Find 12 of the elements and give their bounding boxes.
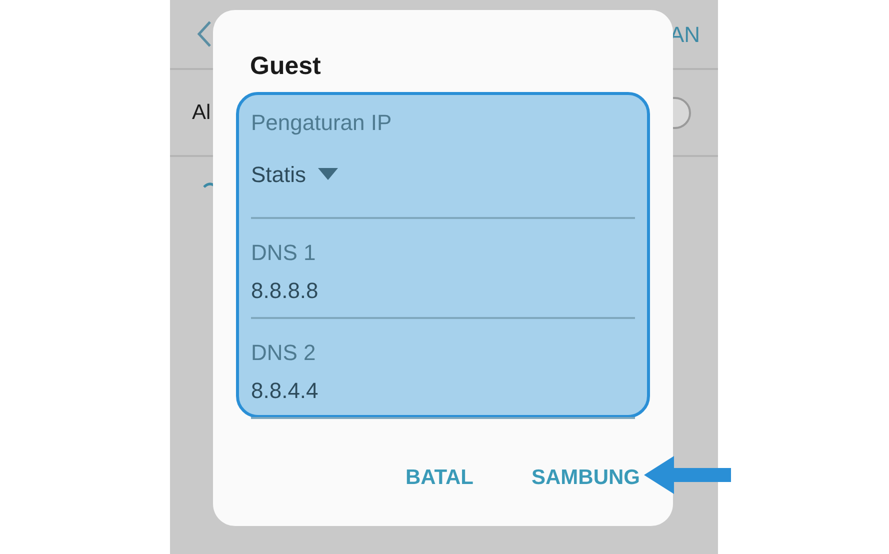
field-label: Pengaturan IP: [251, 109, 393, 137]
field-label: DNS 2: [251, 339, 317, 367]
connect-button[interactable]: SAMBUNG: [522, 456, 650, 500]
ip-settings-dropdown[interactable]: Statis: [251, 159, 635, 219]
dialog-title: Guest: [249, 51, 322, 82]
caret-icon: [318, 168, 338, 180]
dns-value[interactable]: 8.8.4.4: [251, 377, 635, 405]
dns-value[interactable]: 8.8.8.8: [251, 277, 635, 305]
field-label: DNS 1: [251, 239, 317, 267]
back-icon[interactable]: [196, 20, 212, 48]
cancel-button[interactable]: BATAL: [395, 456, 484, 500]
setting-label: Al: [192, 100, 211, 126]
